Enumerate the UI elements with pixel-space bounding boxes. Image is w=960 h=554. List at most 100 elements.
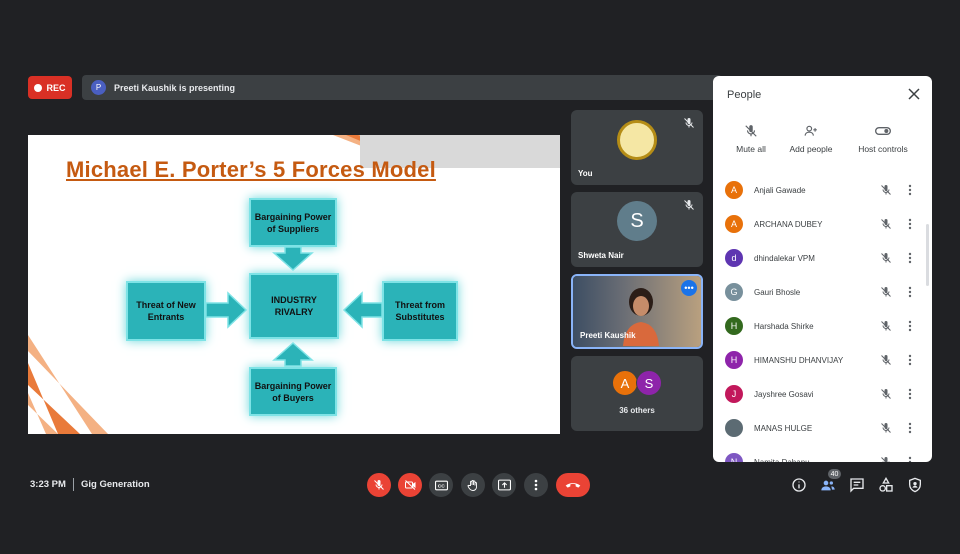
participant-row[interactable]: A ARCHANA DUBEY [725, 213, 915, 235]
more-vert-icon[interactable] [908, 184, 912, 196]
institute-logo [617, 120, 657, 160]
people-panel: People Mute all Add people Host controls… [713, 76, 932, 462]
presentation-slide: Michael E. Porter’s 5 Forces Model Barga… [28, 135, 560, 434]
host-controls-icon[interactable] [907, 477, 923, 493]
more-vert-icon[interactable] [908, 252, 912, 264]
camera-toggle-button[interactable] [398, 473, 422, 497]
tile-name-you: You [578, 169, 593, 178]
participant-avatar: A [725, 181, 743, 199]
info-icon[interactable] [791, 477, 807, 493]
mic-off-icon [745, 125, 757, 137]
presenting-banner: P Preeti Kaushik is presenting [82, 75, 722, 100]
participant-name: HIMANSHU DHANVIJAY [754, 355, 844, 365]
record-dot-icon [34, 83, 43, 92]
participant-avatar: N [725, 453, 743, 462]
mic-off-icon[interactable] [880, 218, 892, 230]
participant-avatar: d [725, 249, 743, 267]
add-person-icon [804, 125, 817, 136]
recording-badge: REC [28, 76, 72, 99]
participant-name: MANAS HULGE [754, 423, 813, 433]
divider [73, 478, 74, 491]
tile-more-button[interactable]: ••• [681, 280, 697, 296]
captions-icon: CC [434, 480, 448, 490]
tile-you[interactable]: You [571, 110, 703, 185]
participant-name: dhindalekar VPM [754, 253, 815, 263]
participant-name: Harshada Shirke [754, 321, 814, 331]
mic-off-icon[interactable] [880, 286, 892, 298]
participant-avatar: A [725, 215, 743, 233]
more-vert-icon[interactable] [908, 218, 912, 230]
mic-toggle-button[interactable] [367, 473, 391, 497]
presenting-text: Preeti Kaushik is presenting [114, 82, 236, 93]
more-vert-icon[interactable] [908, 422, 912, 434]
panel-scrollbar[interactable] [926, 224, 929, 286]
more-options-button[interactable] [524, 473, 548, 497]
more-vert-icon[interactable] [908, 320, 912, 332]
avatar-shweta: S [617, 201, 657, 241]
mute-all-button[interactable]: Mute all [731, 124, 771, 154]
participant-avatar: H [725, 317, 743, 335]
mic-off-icon[interactable] [880, 252, 892, 264]
mute-all-label: Mute all [736, 144, 766, 154]
mic-off-icon[interactable] [880, 184, 892, 196]
present-button[interactable] [492, 473, 516, 497]
mic-off-icon[interactable] [880, 456, 892, 462]
captions-button[interactable]: CC [429, 473, 453, 497]
participant-name: ARCHANA DUBEY [754, 219, 823, 229]
more-vert-icon [534, 479, 538, 491]
camera-off-icon [404, 480, 415, 490]
avatar-other-s: S [636, 370, 662, 396]
mic-off-icon[interactable] [880, 354, 892, 366]
svg-text:CC: CC [437, 483, 445, 489]
more-vert-icon[interactable] [908, 354, 912, 366]
participant-row[interactable]: MANAS HULGE [725, 417, 915, 439]
tile-shweta[interactable]: S Shweta Nair [571, 192, 703, 267]
close-icon[interactable] [908, 88, 920, 100]
host-controls-label: Host controls [858, 144, 908, 154]
force-arrows [205, 246, 383, 367]
people-icon[interactable] [820, 477, 836, 493]
avatar-other-a: A [612, 370, 638, 396]
participant-avatar [725, 419, 743, 437]
participant-name: Gauri Bhosle [754, 287, 801, 297]
mic-off-icon[interactable] [880, 388, 892, 400]
more-vert-icon[interactable] [908, 388, 912, 400]
participant-avatar: G [725, 283, 743, 301]
add-people-button[interactable]: Add people [787, 124, 835, 154]
activities-icon[interactable] [878, 477, 894, 493]
end-call-icon [565, 483, 581, 488]
others-count: 36 others [619, 406, 655, 415]
tile-name-preeti: Preeti Kaushik [580, 331, 636, 340]
present-icon [497, 479, 511, 491]
participant-row[interactable]: G Gauri Bhosle [725, 281, 915, 303]
participant-row[interactable]: d dhindalekar VPM [725, 247, 915, 269]
mic-off-icon[interactable] [880, 320, 892, 332]
participant-row[interactable]: H HIMANSHU DHANVIJAY [725, 349, 915, 371]
participant-avatar: H [725, 351, 743, 369]
participant-row[interactable]: J Jayshree Gosavi [725, 383, 915, 405]
tile-preeti[interactable]: ••• Preeti Kaushik [571, 274, 703, 349]
chat-icon[interactable] [849, 477, 865, 493]
participant-name: Namita Dahanu [754, 457, 810, 463]
mic-off-icon[interactable] [880, 422, 892, 434]
raise-hand-button[interactable] [461, 473, 485, 497]
rec-label: REC [46, 82, 66, 93]
toggle-icon [875, 127, 891, 135]
participant-row[interactable]: H Harshada Shirke [725, 315, 915, 337]
more-vert-icon[interactable] [908, 286, 912, 298]
host-controls-button[interactable]: Host controls [853, 124, 913, 154]
participant-count-badge: 40 [828, 469, 841, 479]
tile-others[interactable]: A S 36 others [571, 356, 703, 431]
mic-off-icon [374, 480, 384, 490]
participant-name: Anjali Gawade [754, 185, 806, 195]
panel-title: People [727, 89, 762, 101]
leave-call-button[interactable] [556, 473, 590, 497]
participant-row[interactable]: N Namita Dahanu [725, 451, 915, 462]
participant-avatar: J [725, 385, 743, 403]
participant-row[interactable]: A Anjali Gawade [725, 179, 915, 201]
meeting-name: Gig Generation [81, 479, 150, 490]
participant-name: Jayshree Gosavi [754, 389, 814, 399]
clock: 3:23 PM [30, 479, 66, 490]
presenter-avatar: P [91, 80, 106, 95]
more-vert-icon[interactable] [908, 456, 912, 462]
